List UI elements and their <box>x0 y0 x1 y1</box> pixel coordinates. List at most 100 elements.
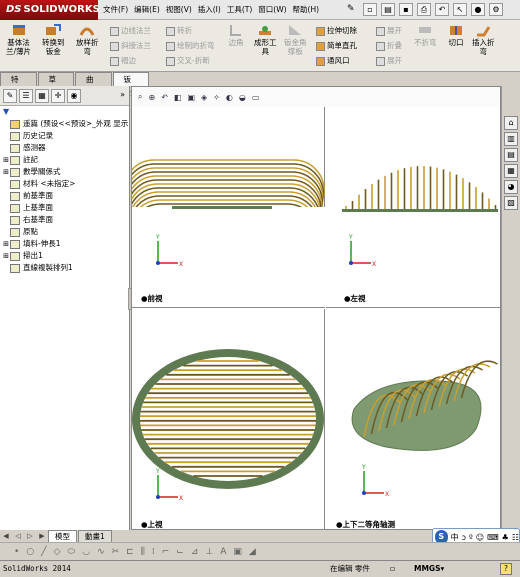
spline-icon[interactable]: ∿ <box>97 547 105 557</box>
tab-surfaces[interactable]: 曲面 <box>75 72 112 97</box>
hem-button[interactable]: 褶边 <box>110 55 136 67</box>
configuration-manager-icon[interactable]: ▦ <box>35 88 49 103</box>
text-icon[interactable]: A <box>220 547 226 557</box>
tree-node[interactable]: 右基準面 <box>2 214 129 226</box>
display-style-icon[interactable]: ◈ <box>201 93 207 102</box>
ime-keyboard-icon[interactable]: ⌨ <box>487 533 499 542</box>
zoom-to-fit-icon[interactable]: ⌕ <box>138 92 142 102</box>
menu-window[interactable]: 窗口(W) <box>255 0 289 20</box>
zoom-area-icon[interactable]: ⊕ <box>148 93 155 102</box>
extruded-cut-button[interactable]: 拉伸切除 <box>316 25 357 37</box>
menu-help[interactable]: 帮助(H) <box>290 0 323 20</box>
vent-button[interactable]: 通风口 <box>316 55 350 67</box>
tree-root-part[interactable]: 遥篇 (预设<<预设>_外观 显示 <box>2 118 129 130</box>
offset-icon[interactable]: ⊏ <box>126 547 134 557</box>
sheet-metal-gusset-button[interactable]: 钣金角 撑板 <box>284 23 307 56</box>
sketched-bend-button[interactable]: 绘制的折弯 <box>166 40 215 52</box>
ime-emoji-icon[interactable]: ☺ <box>476 533 484 542</box>
ime-menu-icon[interactable]: ☷ <box>512 533 519 542</box>
fold-button[interactable]: 折叠 <box>376 40 402 52</box>
file-explorer-icon[interactable]: ▤ <box>504 148 518 162</box>
tab-model[interactable]: 模型 <box>48 529 77 543</box>
open-folder-icon[interactable]: ▤ <box>381 3 395 16</box>
first-tab-arrow-icon[interactable]: ◀ <box>0 532 12 540</box>
base-flange-button[interactable]: 基体法 兰/薄片 <box>6 23 31 56</box>
viewport-left[interactable]: XY ●左視 <box>326 87 502 308</box>
dimension-icon[interactable]: ⊿ <box>191 547 199 557</box>
corners-button[interactable]: 边角 <box>228 23 244 47</box>
pin-icon[interactable]: ✎ <box>347 4 355 14</box>
menu-insert[interactable]: 插入(I) <box>195 0 224 20</box>
expander-icon[interactable]: ⊞ <box>2 154 10 166</box>
ime-chinese-mode[interactable]: 中 <box>451 532 459 543</box>
tab-sheet-metal[interactable]: 钣金 <box>112 72 149 97</box>
line-icon[interactable]: ╱ <box>41 547 46 557</box>
mirror-icon[interactable]: ⫼ <box>141 547 145 557</box>
menu-view[interactable]: 视图(V) <box>163 0 195 20</box>
jog-button[interactable]: 转折 <box>166 25 192 37</box>
tree-node[interactable]: 感测器 <box>2 142 129 154</box>
flatten-button[interactable]: 展开 <box>376 55 402 67</box>
select-arrow-icon[interactable]: ↖ <box>453 3 467 16</box>
expander-icon[interactable]: ⊞ <box>2 250 10 262</box>
ime-moon-icon[interactable]: ↄ <box>462 533 466 542</box>
cross-break-button[interactable]: 交叉-折断 <box>166 55 210 67</box>
circle-icon[interactable]: ○ <box>26 547 34 557</box>
appearances-icon[interactable]: ◕ <box>504 180 518 194</box>
tree-filter-icon[interactable]: ▼ <box>0 106 129 118</box>
custom-properties-icon[interactable]: ▧ <box>504 196 518 210</box>
no-bends-button[interactable]: 不折弯 <box>414 23 437 47</box>
scene-icon[interactable]: ◒ <box>239 93 246 102</box>
tree-node[interactable]: ⊞ 註記 <box>2 154 129 166</box>
property-manager-icon[interactable]: ☰ <box>19 88 33 103</box>
status-customize-icon[interactable]: ▫ <box>390 561 395 577</box>
hide-show-icon[interactable]: ✧ <box>213 93 220 102</box>
feature-manager-icon[interactable]: ✎ <box>3 88 17 103</box>
print-icon[interactable]: ⎙ <box>417 3 431 16</box>
tree-node[interactable]: 上基準面 <box>2 202 129 214</box>
tab-animation[interactable]: 動畫1 <box>78 529 112 543</box>
last-tab-arrow-icon[interactable]: ▶ <box>36 532 48 540</box>
tree-node[interactable]: 原點 <box>2 226 129 238</box>
tab-sketch[interactable]: 草图 <box>37 72 74 97</box>
relation-icon[interactable]: ⊥ <box>205 547 213 557</box>
edit-appearance-icon[interactable]: ◐ <box>226 93 233 102</box>
simple-hole-button[interactable]: 简单直孔 <box>316 40 357 52</box>
ellipse-icon[interactable]: ⬭ <box>68 547 76 557</box>
more-chevron-icon[interactable]: » <box>120 89 129 103</box>
tree-node[interactable]: 历史记录 <box>2 130 129 142</box>
options-icon[interactable]: ⚙ <box>489 3 503 16</box>
rip-button[interactable]: 切口 <box>448 23 464 47</box>
tree-node[interactable]: ⊞ 掃出1 <box>2 250 129 262</box>
point-icon[interactable]: • <box>14 547 19 557</box>
display-manager-icon[interactable]: ◉ <box>67 88 81 103</box>
tree-node[interactable]: 材料 <未指定> <box>2 178 129 190</box>
linear-pattern-icon[interactable]: ⁞ <box>152 547 155 557</box>
viewport-front[interactable]: XY ●前視 <box>123 87 325 308</box>
graphics-area[interactable]: XY ●前視 XY ●左視 XY ●上視 XY ●上下二等角轴测 ⌕ ⊕ ↶ ◧… <box>123 86 502 531</box>
forming-tool-button[interactable]: 成形工 具 <box>254 23 277 56</box>
status-units[interactable]: MMGS▾ <box>414 561 444 577</box>
view-orientation-icon[interactable]: ▣ <box>187 93 195 102</box>
lofted-bend-button[interactable]: 放样折 弯 <box>76 23 99 56</box>
prev-tab-arrow-icon[interactable]: ◁ <box>12 532 24 540</box>
convert-to-sheet-metal-button[interactable]: 转换到 钣金 <box>42 23 65 56</box>
sketch-options-icon[interactable]: ◢ <box>249 547 256 557</box>
ime-punct-icon[interactable]: º <box>469 533 473 542</box>
arc-icon[interactable]: ◡ <box>82 547 90 557</box>
expander-icon[interactable]: ⊞ <box>2 166 10 178</box>
rectangle-icon[interactable]: ⌐ <box>162 547 170 557</box>
tree-node[interactable]: 前基準面 <box>2 190 129 202</box>
save-icon[interactable]: ▪ <box>399 3 413 16</box>
solidworks-logo[interactable]: DS SOLIDWORKS <box>0 0 100 20</box>
edge-flange-button[interactable]: 边线法兰 <box>110 25 151 37</box>
unfold-button[interactable]: 展开 <box>376 25 402 37</box>
menu-file[interactable]: 文件(F) <box>100 0 131 20</box>
undo-icon[interactable]: ↶ <box>435 3 449 16</box>
insert-bends-button[interactable]: 插入折 弯 <box>472 23 495 56</box>
menu-edit[interactable]: 编辑(E) <box>131 0 163 20</box>
viewport-isometric[interactable]: XY ●上下二等角轴测 <box>326 309 502 531</box>
viewport-top[interactable]: XY ●上視 <box>132 309 325 531</box>
solidworks-resources-icon[interactable]: ⌂ <box>504 116 518 130</box>
trim-icon[interactable]: ✂ <box>112 547 120 557</box>
